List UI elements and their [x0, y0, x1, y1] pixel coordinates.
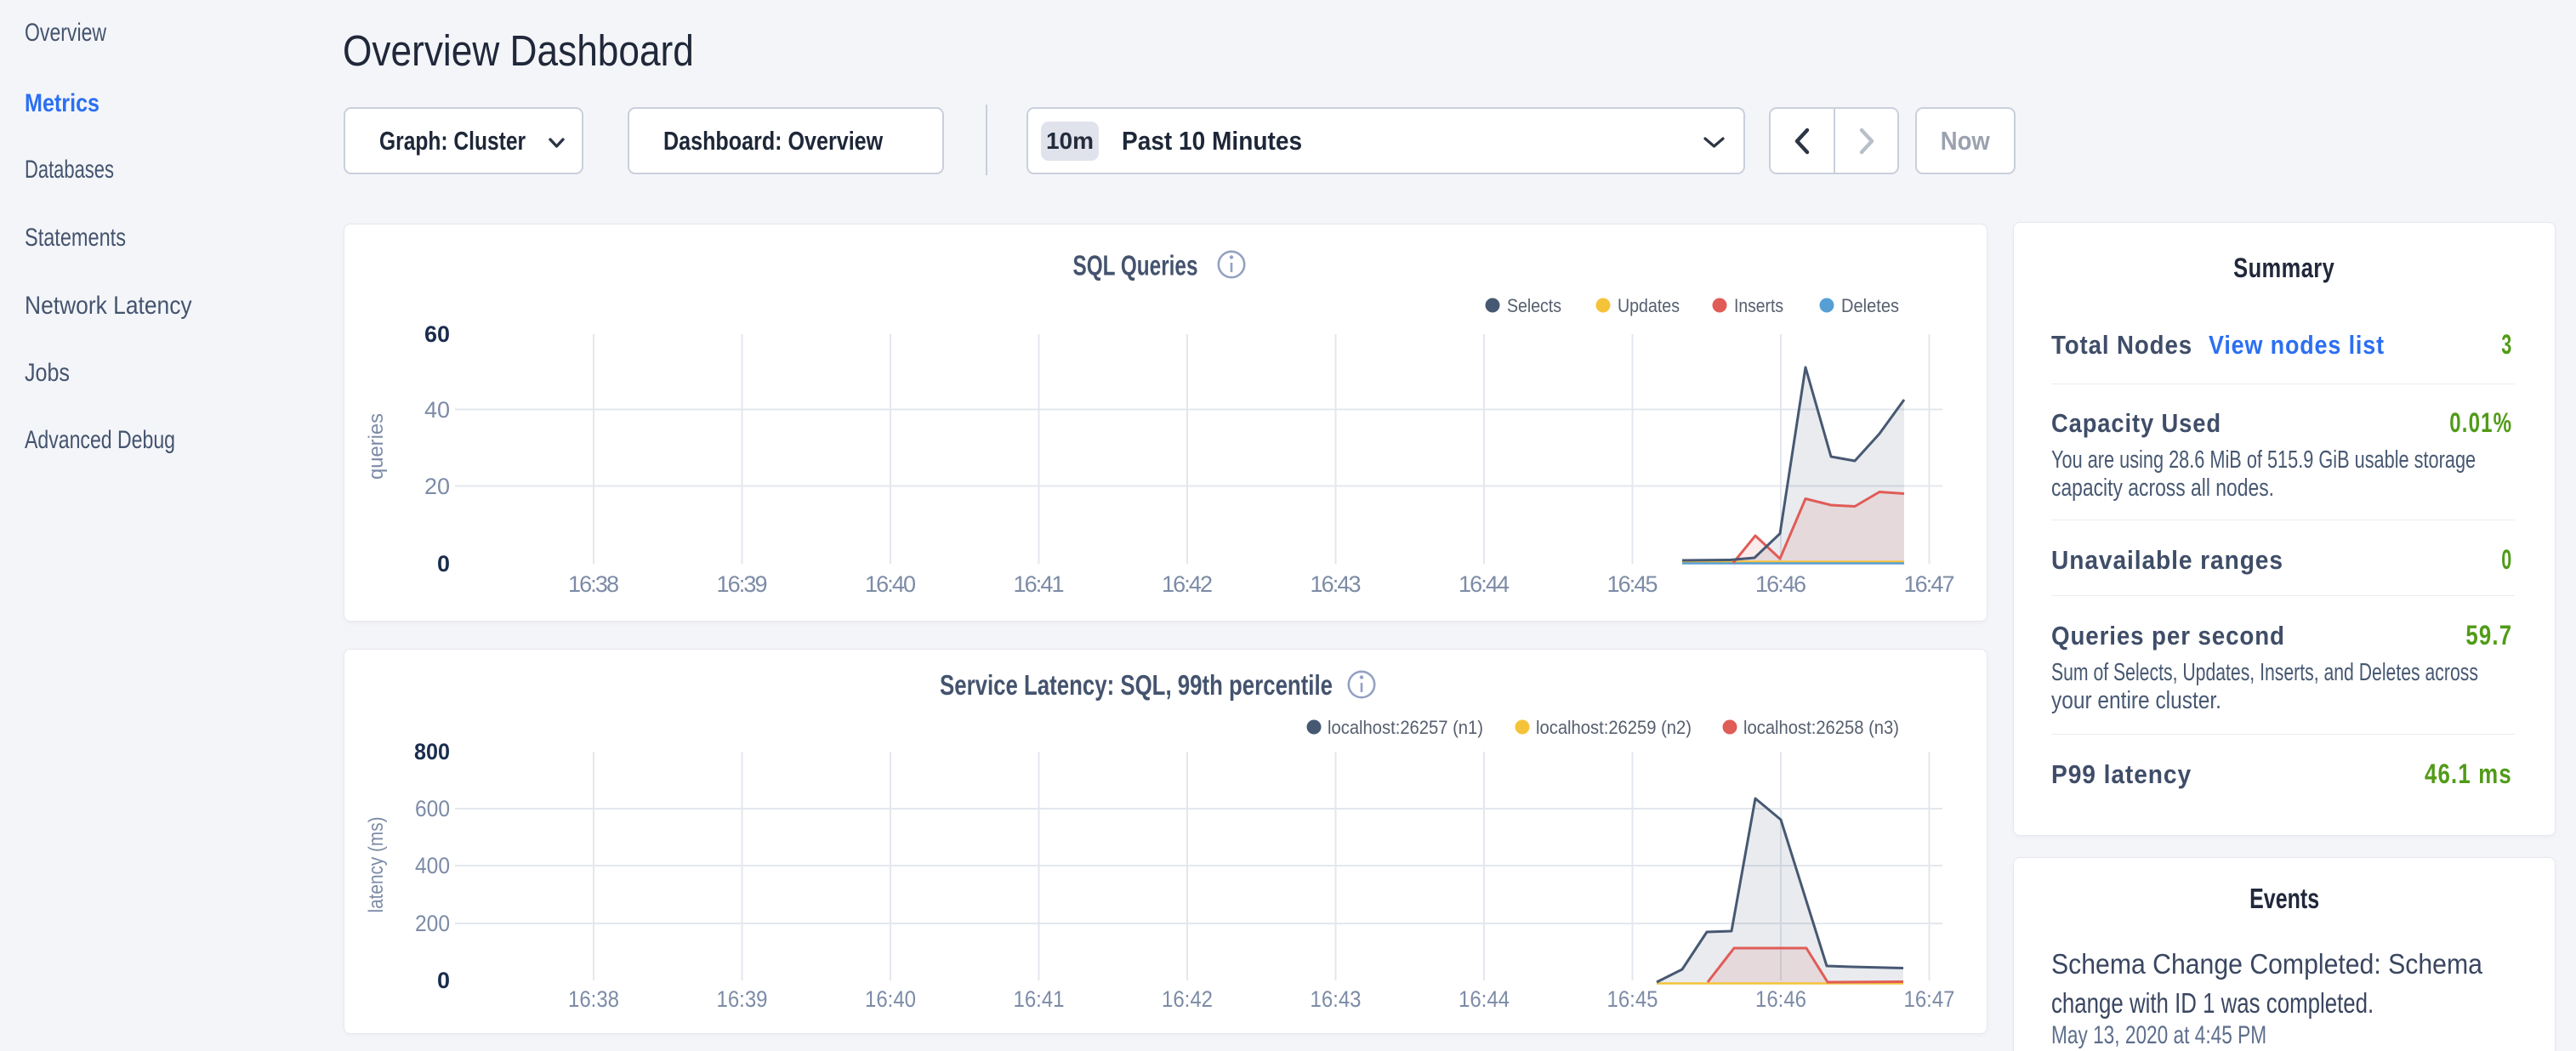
svg-text:16:45: 16:45 [1607, 986, 1658, 1012]
svg-text:16:43: 16:43 [1311, 571, 1362, 597]
svg-text:16:44: 16:44 [1459, 571, 1510, 597]
svg-text:16:38: 16:38 [568, 571, 619, 597]
svg-text:16:42: 16:42 [1162, 986, 1213, 1012]
svg-text:200: 200 [415, 911, 450, 936]
svg-text:16:44: 16:44 [1459, 986, 1510, 1012]
svg-text:queries: queries [365, 413, 388, 480]
svg-text:localhost:26258 (n3): localhost:26258 (n3) [1743, 717, 1899, 738]
svg-text:16:46: 16:46 [1755, 571, 1806, 597]
svg-text:0: 0 [437, 551, 450, 577]
svg-text:16:47: 16:47 [1904, 986, 1955, 1012]
svg-text:16:41: 16:41 [1014, 571, 1065, 597]
svg-text:localhost:26257 (n1): localhost:26257 (n1) [1328, 717, 1483, 738]
svg-text:16:43: 16:43 [1311, 986, 1362, 1012]
svg-text:Deletes: Deletes [1841, 295, 1899, 316]
svg-text:Selects: Selects [1507, 295, 1561, 316]
svg-text:400: 400 [415, 853, 450, 878]
svg-text:16:40: 16:40 [865, 571, 916, 597]
svg-text:0: 0 [437, 968, 450, 993]
svg-text:16:45: 16:45 [1607, 571, 1658, 597]
svg-text:SQL Queries: SQL Queries [1073, 250, 1198, 281]
svg-text:20: 20 [424, 474, 450, 499]
svg-text:600: 600 [415, 796, 450, 821]
svg-text:16:41: 16:41 [1014, 986, 1065, 1012]
svg-text:16:42: 16:42 [1162, 571, 1213, 597]
svg-text:16:46: 16:46 [1755, 986, 1806, 1012]
svg-text:localhost:26259 (n2): localhost:26259 (n2) [1536, 717, 1692, 738]
svg-text:16:38: 16:38 [568, 986, 619, 1012]
svg-text:16:39: 16:39 [717, 571, 768, 597]
svg-text:60: 60 [424, 321, 450, 347]
svg-text:Inserts: Inserts [1734, 295, 1783, 316]
svg-text:16:40: 16:40 [865, 986, 916, 1012]
svg-text:16:47: 16:47 [1904, 571, 1955, 597]
svg-text:Service Latency: SQL, 99th per: Service Latency: SQL, 99th percentile [940, 669, 1333, 701]
svg-text:40: 40 [424, 397, 450, 423]
svg-text:800: 800 [414, 739, 450, 764]
svg-text:16:39: 16:39 [717, 986, 768, 1012]
svg-text:Updates: Updates [1618, 295, 1680, 316]
svg-text:latency (ms): latency (ms) [365, 817, 388, 913]
